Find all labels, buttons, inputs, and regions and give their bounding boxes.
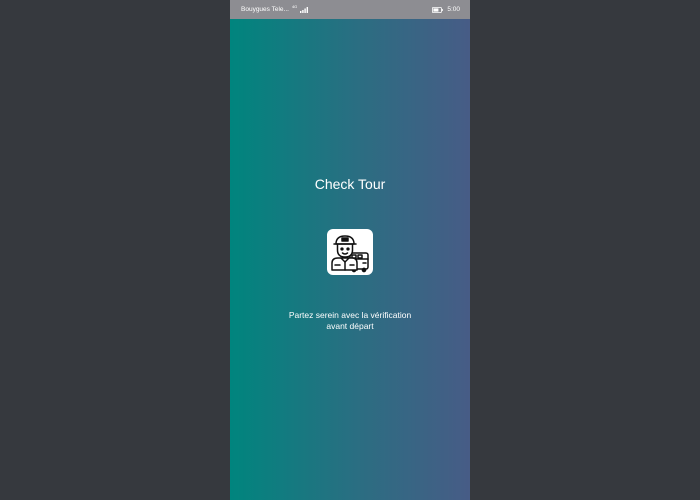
app-title: Check Tour: [314, 176, 386, 192]
tagline: Partez serein avec la vérification avant…: [250, 310, 450, 331]
battery-icon: [432, 6, 444, 13]
app-logo: [327, 229, 373, 275]
tagline-line-2: avant départ: [326, 320, 374, 331]
status-bar: Bouygues Tele... 4G 5:00: [230, 0, 470, 19]
carrier-name: Bouygues Tele...: [241, 6, 289, 13]
status-right-group: 5:00: [432, 0, 460, 19]
signal-icon: [300, 6, 309, 13]
carrier-group: Bouygues Tele... 4G: [241, 0, 309, 19]
clock-time: 5:00: [447, 6, 460, 13]
splash-screen: Check Tour Partez serein avec la vérific…: [230, 19, 470, 500]
phone-screen: Bouygues Tele... 4G 5:00 Check Tour Part…: [230, 0, 470, 500]
driver-with-bus-icon: [331, 235, 369, 273]
network-type: 4G: [291, 4, 298, 9]
tagline-line-1: Partez serein avec la vérification: [288, 310, 412, 320]
